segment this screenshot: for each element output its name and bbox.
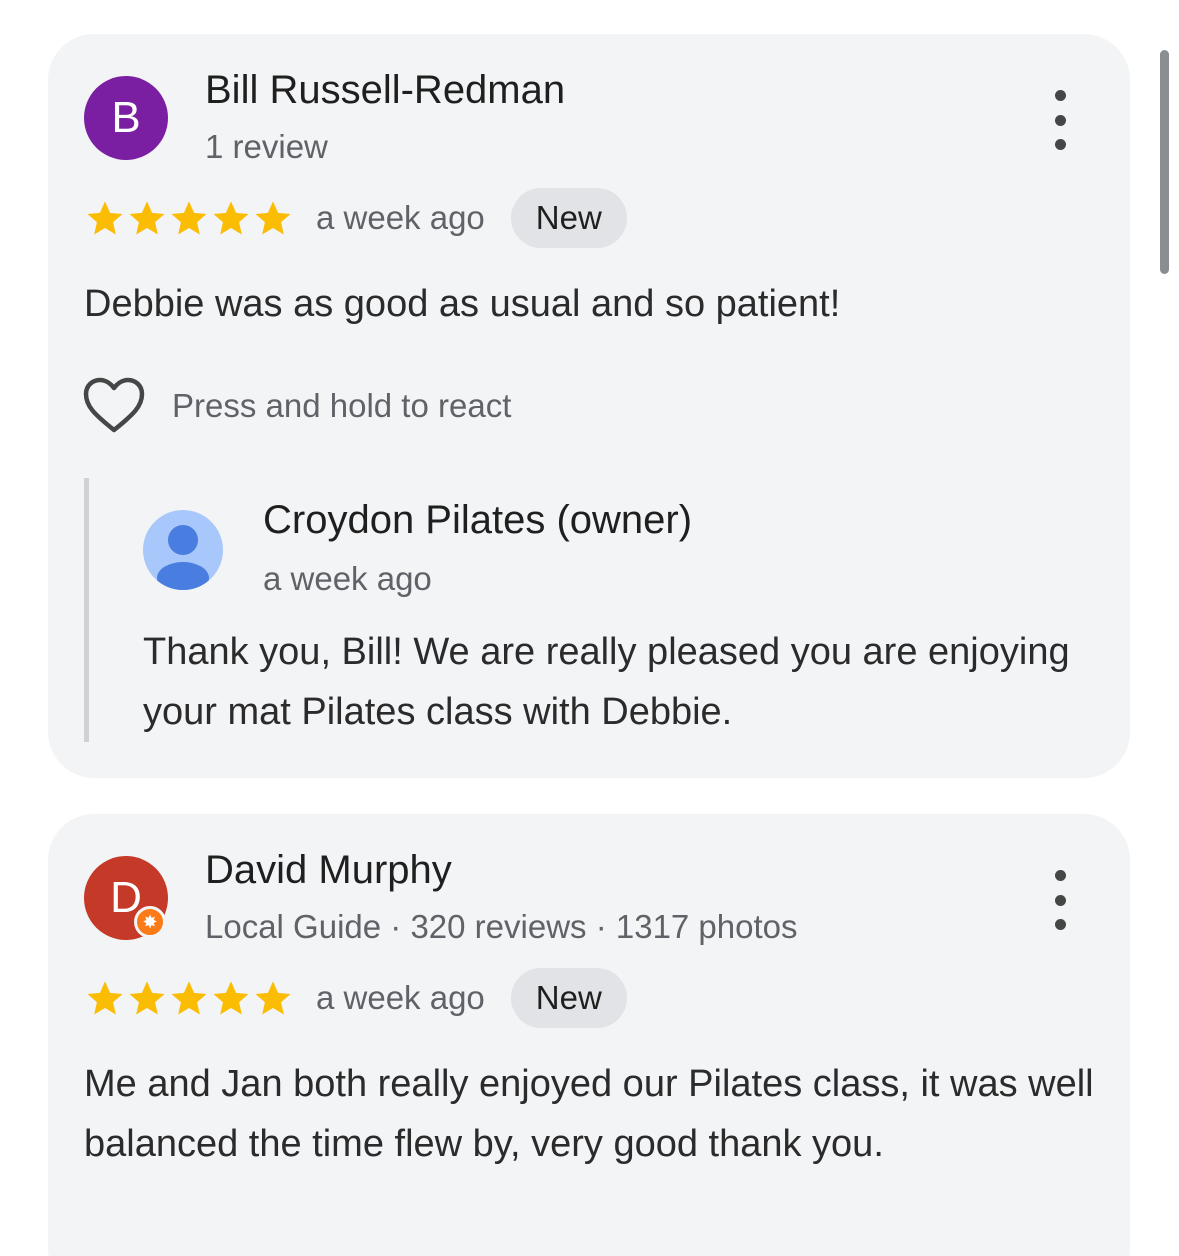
star-rating	[84, 197, 294, 239]
review-card: B Bill Russell-Redman 1 review a week ag…	[48, 34, 1130, 778]
avatar[interactable]: B	[84, 76, 168, 160]
star-icon	[213, 201, 249, 235]
new-badge: New	[510, 188, 627, 248]
star-icon	[213, 981, 249, 1015]
star-icon	[171, 201, 207, 235]
review-time: a week ago	[316, 199, 485, 236]
owner-reply: Croydon Pilates (owner) a week ago Thank…	[84, 478, 1099, 742]
star-icon	[87, 981, 123, 1015]
review-card: D ✸ David Murphy Local Guide · 320 revie…	[48, 814, 1130, 1256]
new-badge: New	[510, 968, 627, 1028]
reviews-page: B Bill Russell-Redman 1 review a week ag…	[0, 0, 1179, 1256]
heart-outline-icon	[83, 377, 145, 433]
review-text: Debbie was as good as usual and so patie…	[84, 283, 841, 325]
reviewer-subtitle: 1 review	[205, 128, 328, 165]
avatar-letter: B	[111, 93, 141, 142]
reviewer-name[interactable]: David Murphy	[205, 848, 452, 893]
star-icon	[129, 201, 165, 235]
star-icon	[129, 981, 165, 1015]
more-vert-icon[interactable]	[1036, 870, 1084, 930]
star-icon	[255, 981, 291, 1015]
react-label: Press and hold to react	[172, 387, 512, 424]
star-icon	[87, 201, 123, 235]
owner-name: Croydon Pilates (owner)	[263, 498, 693, 542]
person-icon	[143, 510, 223, 590]
scrollbar[interactable]	[1160, 50, 1169, 274]
reviewer-subtitle: Local Guide · 320 reviews · 1317 photos	[205, 908, 798, 945]
review-text: Me and Jan both really enjoyed our Pilat…	[84, 1063, 1094, 1165]
local-guide-badge-icon: ✸	[134, 906, 166, 938]
react-button[interactable]: Press and hold to react	[82, 374, 511, 438]
star-rating	[84, 977, 294, 1019]
reviewer-name[interactable]: Bill Russell-Redman	[205, 68, 565, 113]
review-time: a week ago	[316, 979, 485, 1016]
star-icon	[255, 201, 291, 235]
rating-row: a week ago New	[84, 966, 627, 1030]
rating-row: a week ago New	[84, 186, 627, 250]
more-vert-icon[interactable]	[1036, 90, 1084, 150]
owner-reply-time: a week ago	[263, 560, 432, 597]
star-icon	[171, 981, 207, 1015]
owner-reply-text: Thank you, Bill! We are really pleased y…	[143, 631, 1070, 733]
